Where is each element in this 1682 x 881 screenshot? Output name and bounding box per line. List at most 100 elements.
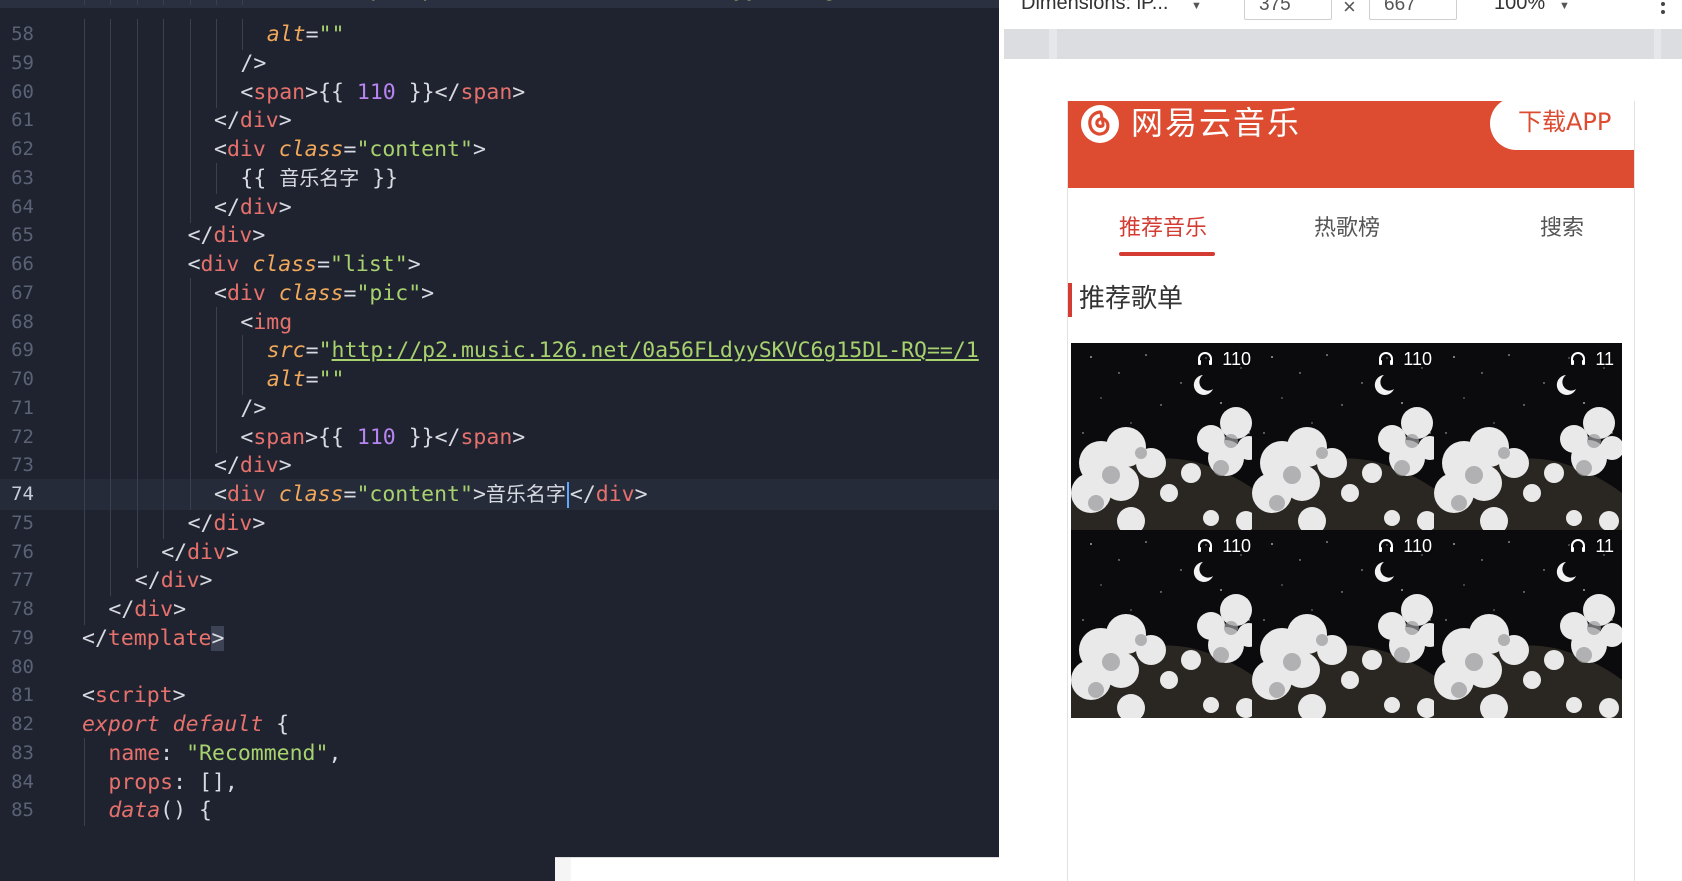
code-line[interactable]: 83 name: "Recommend", [0,737,999,769]
code-line[interactable]: 69 src="http://p2.music.126.net/0a56FLdyy… [0,335,999,367]
indent-guide [163,392,165,424]
chevron-down-icon[interactable]: ▼ [1191,0,1202,12]
code-text[interactable]: export default { [82,709,289,740]
code-token: >{{ [305,79,357,105]
playlist-card[interactable]: 11 [1434,343,1622,531]
code-line[interactable]: 72 <span>{{ 110 }}</span> [0,421,999,453]
code-line[interactable]: 80 [0,652,999,683]
playlist-card[interactable]: 110 [1071,343,1259,531]
playlist-card[interactable]: 11 [1434,530,1622,718]
indent-guide [163,220,165,252]
code-text[interactable]: src="http://p2.music.126.net/0a56FLdyySK… [267,0,979,5]
code-token: "" [318,367,345,392]
tab-search[interactable]: 搜索 [1540,210,1584,242]
code-token: div [239,194,279,220]
height-input[interactable]: 667 [1369,0,1457,20]
code-text[interactable]: </template> [82,623,225,654]
indent-guide [163,105,165,137]
code-text[interactable]: props: [], [108,767,237,798]
indent-guide [216,0,217,5]
headphone-icon [1571,352,1586,365]
media-query-ruler[interactable] [1004,29,1682,59]
code-text[interactable]: alt="" [267,364,345,395]
code-text[interactable]: /> [240,48,266,79]
code-line[interactable]: 61 </div> [0,105,999,137]
chevron-down-icon[interactable]: ▼ [1559,0,1570,12]
code-text[interactable]: <img [240,307,292,338]
code-text[interactable]: </div> [214,450,292,481]
playlist-card[interactable]: 110 [1252,530,1440,718]
indent-guide [110,306,112,338]
tab-recommend[interactable]: 推荐音乐 [1119,210,1207,242]
code-line[interactable]: 84 props: [], [0,766,999,798]
nav-tabs: 推荐音乐 热歌榜 搜索 [1068,188,1634,268]
code-line[interactable]: 63 {{ 音乐名字 }} [0,162,999,194]
code-token: div [134,597,174,622]
code-text[interactable]: alt="" [267,19,345,50]
playlist-card[interactable]: 110 [1252,343,1440,531]
code-token: > [278,453,292,479]
play-count: 11 [1570,347,1614,371]
more-options-icon[interactable] [1661,0,1667,18]
code-text[interactable]: <div class="list"> [188,249,421,280]
code-line[interactable]: 67 <div class="pic"> [0,277,999,309]
device-select[interactable]: Dimensions: iP... [1021,0,1168,15]
code-line[interactable]: 65 </div> [0,220,999,252]
code-line[interactable]: 70 alt="" [0,364,999,395]
code-text[interactable]: /> [240,393,266,424]
code-text[interactable]: </div> [214,105,292,136]
code-token: 音乐名字 [485,482,566,506]
code-text[interactable]: src="http://p2.music.126.net/0a56FLdyySK… [267,335,979,366]
code-line[interactable]: 81 <script> [0,680,999,711]
width-input[interactable]: 375 [1244,0,1332,20]
indent-guide [110,277,112,309]
code-line[interactable]: 66 <div class="list"> [0,249,999,280]
code-line[interactable]: 64 </div> [0,191,999,223]
code-line[interactable]: 77 </div> [0,565,999,597]
code-text[interactable]: <span>{{ 110 }}</span> [240,77,525,108]
indent-guide [84,565,85,597]
code-line[interactable]: 78 </div> [0,594,999,625]
code-token: > [512,424,526,450]
code-line[interactable]: 74 <div class="content">音乐名字 </div> [0,479,999,510]
code-text[interactable]: <div class="content">音乐名字 </div> [214,479,648,510]
code-text[interactable]: <script> [82,680,186,711]
indent-guide [84,392,85,424]
code-text[interactable]: data() { [108,795,212,826]
code-text[interactable]: <span>{{ 110 }}</span> [240,422,525,453]
code-line[interactable]: 71 /> [0,392,999,424]
code-editor[interactable]: 57src="http://p2.music.126.net/0a56FLdyy… [0,0,999,881]
code-line[interactable]: 68 <img [0,306,999,338]
code-token: }}</ [395,79,461,105]
code-line[interactable]: 76 </div> [0,536,999,568]
code-text[interactable]: <div class="content"> [214,134,486,165]
code-text[interactable]: </div> [214,192,292,223]
code-text[interactable]: </div> [108,594,186,625]
code-text[interactable]: </div> [161,537,239,568]
code-line[interactable]: 82 export default { [0,709,999,740]
code-token: () { [160,798,212,824]
code-line[interactable]: 73 </div> [0,450,999,482]
code-text[interactable]: </div> [188,220,266,251]
code-line[interactable]: 58 alt="" [0,19,999,50]
code-text[interactable]: </div> [135,565,213,596]
code-text[interactable]: {{ 音乐名字 }} [240,163,398,194]
code-line[interactable]: 62 <div class="content"> [0,134,999,165]
code-line[interactable]: 75 </div> [0,507,999,539]
code-text[interactable]: name: "Recommend", [108,738,341,769]
indent-guide [110,536,112,568]
code-text[interactable]: <div class="pic"> [214,278,434,309]
download-app-button[interactable]: 下载APP [1490,101,1634,150]
line-number: 70 [11,368,34,390]
code-line[interactable]: 85 data() { [0,795,999,827]
code-line[interactable]: 59 /> [0,47,999,79]
zoom-select[interactable]: 100% [1494,0,1545,15]
tab-hot-songs[interactable]: 热歌榜 [1314,210,1380,242]
code-line[interactable]: 60 <span>{{ 110 }}</span> [0,76,999,108]
code-text[interactable]: </div> [188,508,266,539]
code-line[interactable]: 79 </template> [0,623,999,654]
section-accent-bar [1068,283,1072,317]
playlist-card[interactable]: 110 [1071,530,1259,718]
code-line[interactable]: 57 src="http://p2.music.126.net/0a56FLdyy… [0,0,999,5]
